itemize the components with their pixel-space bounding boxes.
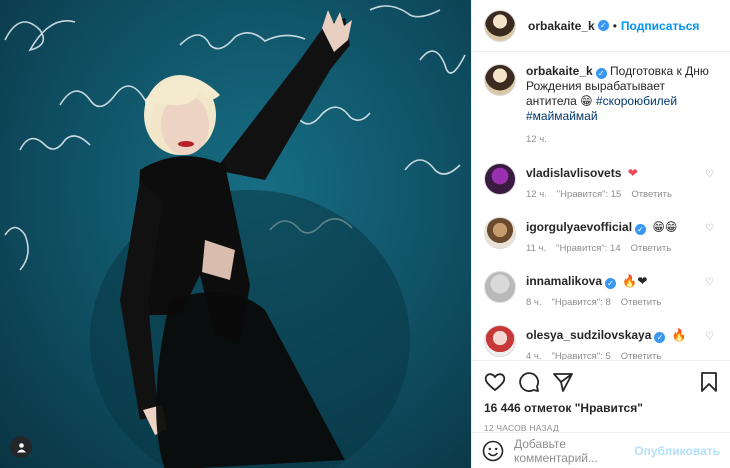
comment-meta: 12 ч. "Нравится": 15 Ответить xyxy=(526,189,718,200)
comment-item: innamalikova ✓ 🔥❤ 8 ч. "Нравится": 8 Отве… xyxy=(484,271,718,325)
follow-button[interactable]: Подписаться xyxy=(621,19,699,33)
bookmark-icon[interactable] xyxy=(700,371,718,393)
comment-text: ❤ xyxy=(627,166,638,180)
likes-count[interactable]: 16 446 отметок "Нравится" xyxy=(484,401,718,415)
comment-avatar[interactable] xyxy=(484,163,516,195)
comment-time: 12 ч. xyxy=(526,189,547,200)
post-side-panel: orbakaite_k ✓ • Подписаться orbakaite_k ✓… xyxy=(471,0,730,468)
comment-time: 8 ч. xyxy=(526,297,542,308)
emoji-icon[interactable] xyxy=(482,440,504,462)
post-photo[interactable] xyxy=(0,0,471,468)
heart-icon[interactable] xyxy=(484,372,506,392)
comment-likes[interactable]: "Нравится": 8 xyxy=(552,297,611,308)
comment-likes[interactable]: "Нравится": 15 xyxy=(557,189,622,200)
comment-item: igorgulyaevofficial ✓ 😁😁 11 ч. "Нравится"… xyxy=(484,217,718,271)
action-icons xyxy=(484,369,718,395)
comment-text: 😁😁 xyxy=(652,220,678,234)
comment-avatar[interactable] xyxy=(484,217,516,249)
instagram-post-view: orbakaite_k ✓ • Подписаться orbakaite_k ✓… xyxy=(0,0,730,468)
add-comment-bar: Добавьте комментарий... Опубликовать xyxy=(472,432,730,468)
comment-item: olesya_sudzilovskaya ✓ 🔥 4 ч. "Нравится":… xyxy=(484,325,718,360)
comment-meta: 4 ч. "Нравится": 5 Ответить xyxy=(526,351,718,360)
comment-text: 🔥❤ xyxy=(622,274,648,288)
post-actions: 16 446 отметок "Нравится" 12 ЧАСОВ НАЗАД xyxy=(472,360,730,433)
owner-username[interactable]: orbakaite_k xyxy=(528,19,595,33)
comment-likes[interactable]: "Нравится": 14 xyxy=(556,243,621,254)
comment-avatar[interactable] xyxy=(484,325,516,357)
post-caption: orbakaite_k ✓ Подготовка к Дню Рождения в… xyxy=(484,64,718,145)
caption-time: 12 ч. xyxy=(526,134,547,145)
owner-avatar[interactable] xyxy=(484,9,516,42)
caption-body: orbakaite_k ✓ Подготовка к Дню Рождения в… xyxy=(526,64,718,145)
caption-username[interactable]: orbakaite_k xyxy=(526,64,593,78)
comment-username[interactable]: igorgulyaevofficial xyxy=(526,220,632,234)
comment-input[interactable]: Добавьте комментарий... xyxy=(514,437,624,465)
person-icon xyxy=(16,442,26,452)
comment-like-heart-icon[interactable]: ♡ xyxy=(705,169,714,180)
verified-badge-icon: ✓ xyxy=(654,332,666,343)
comment-like-heart-icon[interactable]: ♡ xyxy=(705,277,714,288)
verified-badge-icon: ✓ xyxy=(635,224,647,235)
photo-illustration xyxy=(4,5,466,468)
comment-time: 4 ч. xyxy=(526,351,542,360)
comments-list[interactable]: orbakaite_k ✓ Подготовка к Дню Рождения в… xyxy=(472,52,730,360)
comment-body: vladislavlisovets ❤ 12 ч. "Нравится": 15… xyxy=(526,163,718,200)
comment-like-heart-icon[interactable]: ♡ xyxy=(705,331,714,342)
comment-line: igorgulyaevofficial ✓ 😁😁 xyxy=(526,219,718,235)
comment-icon[interactable] xyxy=(518,371,540,393)
reply-button[interactable]: Ответить xyxy=(631,243,672,254)
comment-line: olesya_sudzilovskaya ✓ 🔥 xyxy=(526,327,718,343)
comment-avatar[interactable] xyxy=(484,271,516,303)
caption-avatar[interactable] xyxy=(484,64,516,96)
comment-likes[interactable]: "Нравится": 5 xyxy=(552,351,611,360)
reply-button[interactable]: Ответить xyxy=(621,297,662,308)
comment-line: innamalikova ✓ 🔥❤ xyxy=(526,273,718,289)
user-tag-icon[interactable] xyxy=(10,436,32,458)
comment-username[interactable]: vladislavlisovets xyxy=(526,166,621,180)
publish-button[interactable]: Опубликовать xyxy=(634,444,720,458)
reply-button[interactable]: Ответить xyxy=(631,189,672,200)
owner-info: orbakaite_k ✓ • Подписаться xyxy=(528,19,699,33)
caption-text-block: orbakaite_k ✓ Подготовка к Дню Рождения в… xyxy=(526,64,718,124)
verified-badge-icon: ✓ xyxy=(597,20,609,31)
comment-body: innamalikova ✓ 🔥❤ 8 ч. "Нравится": 8 Отве… xyxy=(526,271,718,308)
comment-line: vladislavlisovets ❤ xyxy=(526,165,718,181)
comment-username[interactable]: innamalikova xyxy=(526,274,602,288)
comment-time: 11 ч. xyxy=(526,243,547,254)
comment-meta: 11 ч. "Нравится": 14 Ответить xyxy=(526,243,718,254)
comment-like-heart-icon[interactable]: ♡ xyxy=(705,223,714,234)
verified-badge-icon: ✓ xyxy=(595,68,607,79)
separator-dot: • xyxy=(612,18,617,33)
comment-item: vladislavlisovets ❤ 12 ч. "Нравится": 15… xyxy=(484,163,718,217)
post-header: orbakaite_k ✓ • Подписаться xyxy=(472,0,730,52)
comment-username[interactable]: olesya_sudzilovskaya xyxy=(526,328,651,342)
comment-text: 🔥 xyxy=(671,328,687,342)
comment-meta: 8 ч. "Нравится": 8 Ответить xyxy=(526,297,718,308)
verified-badge-icon: ✓ xyxy=(605,278,617,289)
reply-button[interactable]: Ответить xyxy=(621,351,662,360)
comment-body: olesya_sudzilovskaya ✓ 🔥 4 ч. "Нравится":… xyxy=(526,325,718,360)
share-icon[interactable] xyxy=(552,372,574,392)
comment-body: igorgulyaevofficial ✓ 😁😁 11 ч. "Нравится"… xyxy=(526,217,718,254)
